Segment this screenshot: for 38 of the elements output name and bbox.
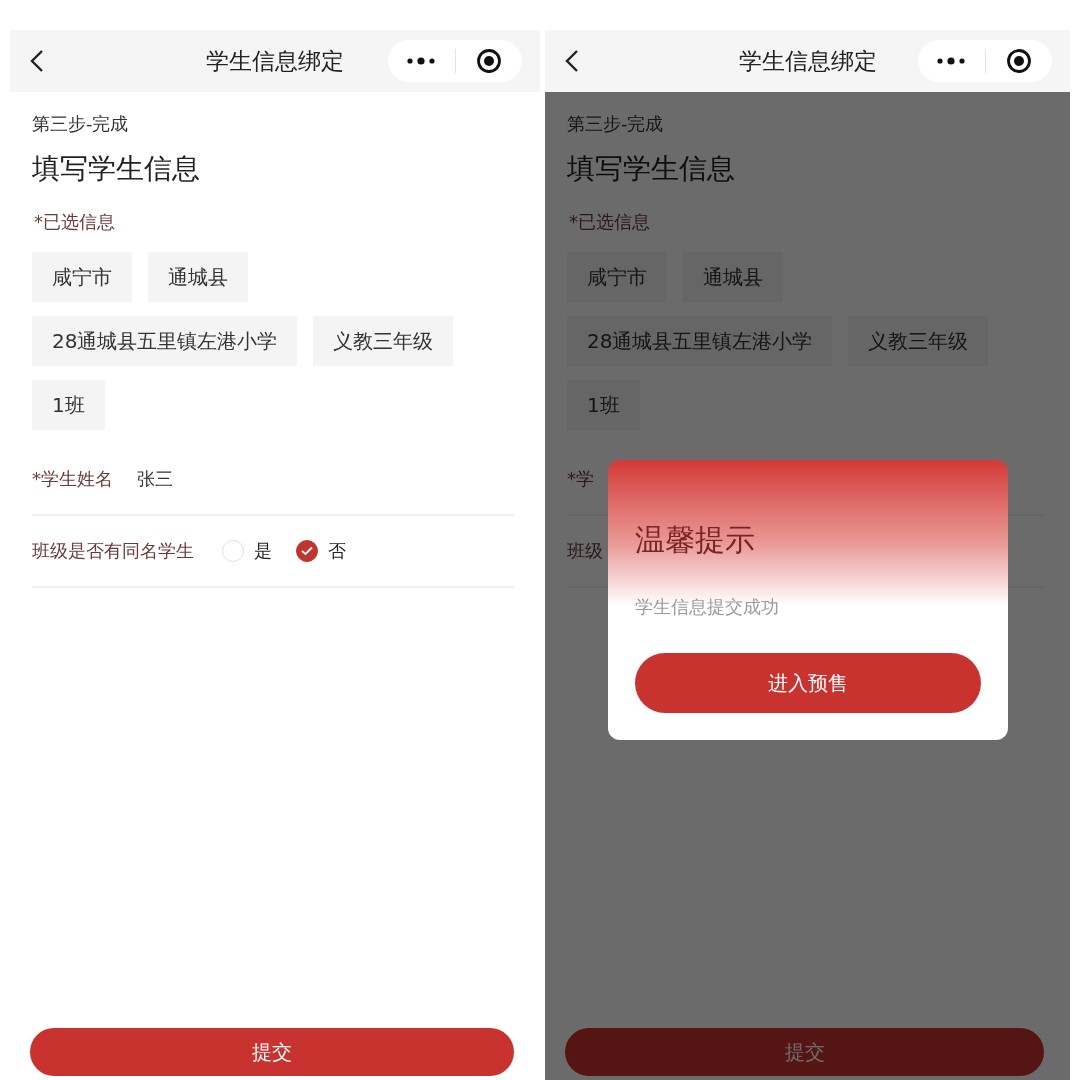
close-icon[interactable] [475,48,502,74]
back-icon[interactable] [30,49,44,73]
dialog-title: 温馨提示 [635,521,755,559]
page-title: 学生信息绑定 [738,47,877,74]
selected-tag[interactable]: 咸宁市 [567,252,667,302]
check-icon [301,546,313,556]
more-icon[interactable] [936,56,967,66]
back-icon[interactable] [565,49,579,73]
selected-tag[interactable]: 28通城县五里镇左港小学 [567,316,833,366]
field-label: *学生姓名 [32,467,113,491]
submit-button[interactable]: 提交 [30,1028,514,1076]
radio-label: 否 [328,539,346,563]
section-label: *已选信息 [34,210,116,234]
step-label: 第三步-完成 [32,112,130,136]
selected-tag[interactable]: 咸宁市 [32,252,132,302]
radio-button[interactable] [296,540,318,562]
form-heading: 填写学生信息 [567,151,736,187]
section-label: *已选信息 [569,210,651,234]
selected-tag[interactable]: 1班 [32,380,105,430]
close-icon[interactable] [1005,48,1032,74]
field-label: *学 [567,467,594,491]
field-label: 班级是否有同名学生 [32,539,194,563]
name-value[interactable]: 张三 [137,467,173,491]
selected-tag[interactable]: 义教三年级 [313,316,454,366]
form-heading: 填写学生信息 [32,151,201,187]
selected-tag[interactable]: 通城县 [148,252,248,302]
selected-tag[interactable]: 28通城县五里镇左港小学 [32,316,298,366]
more-icon[interactable] [406,56,437,66]
step-label: 第三步-完成 [567,112,665,136]
dialog-message: 学生信息提交成功 [635,595,779,619]
selected-tag[interactable]: 义教三年级 [848,316,989,366]
presale-button[interactable]: 进入预售 [635,653,981,713]
selected-tag[interactable]: 1班 [567,380,640,430]
field-label: 班级 [567,539,603,563]
selected-tag[interactable]: 通城县 [683,252,783,302]
page-title: 学生信息绑定 [206,47,344,74]
submit-button[interactable]: 提交 [565,1028,1044,1076]
radio-label: 是 [254,539,272,563]
